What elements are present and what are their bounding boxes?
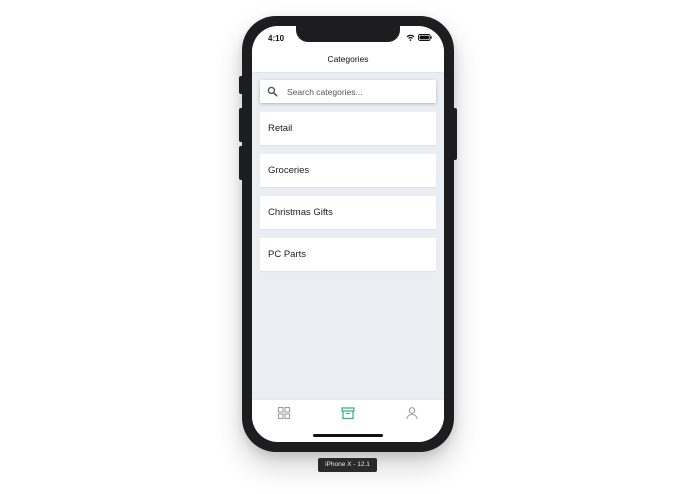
category-label: Retail: [268, 123, 293, 134]
simulator-stage: 4:10 Categories Search categories... Ret…: [0, 0, 695, 494]
navigation-bar: Categories: [252, 48, 444, 73]
page-title: Categories: [327, 54, 369, 64]
category-label: Groceries: [268, 165, 310, 176]
tab-bar: [252, 399, 444, 442]
list-item[interactable]: PC Parts: [260, 238, 436, 271]
grid-icon[interactable]: [277, 406, 291, 420]
battery-icon: [418, 34, 432, 41]
power-button: [453, 108, 457, 160]
mute-switch: [239, 76, 243, 94]
category-label: Christmas Gifts: [268, 207, 333, 218]
list-item[interactable]: Groceries: [260, 154, 436, 187]
phone-screen: 4:10 Categories Search categories... Ret…: [252, 26, 444, 442]
volume-down-button: [239, 146, 243, 180]
notch: [296, 26, 400, 42]
iphone-frame: 4:10 Categories Search categories... Ret…: [239, 16, 457, 452]
user-icon[interactable]: [405, 406, 419, 420]
status-time: 4:10: [268, 34, 285, 43]
home-indicator[interactable]: [313, 434, 383, 437]
archive-box-icon[interactable]: [341, 406, 355, 420]
volume-up-button: [239, 108, 243, 142]
wifi-icon: [406, 34, 415, 41]
category-list: Retail Groceries Christmas Gifts PC Part…: [260, 112, 436, 280]
device-label: iPhone X - 12.1: [318, 458, 377, 472]
category-label: PC Parts: [268, 249, 307, 260]
status-icons: [406, 34, 432, 41]
search-input[interactable]: [287, 86, 427, 97]
search-bar[interactable]: [260, 80, 436, 103]
search-icon: [267, 86, 278, 97]
list-item[interactable]: Christmas Gifts: [260, 196, 436, 229]
list-item[interactable]: Retail: [260, 112, 436, 145]
